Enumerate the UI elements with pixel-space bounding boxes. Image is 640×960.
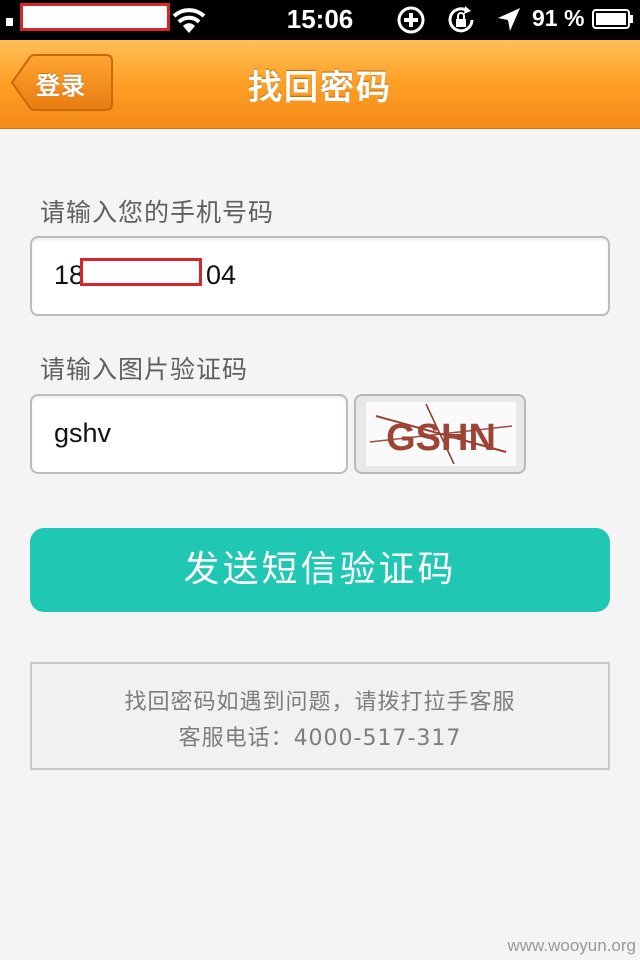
phone-input[interactable]: 18 04	[30, 236, 610, 316]
captcha-image: GSHN	[366, 402, 516, 466]
plus-circle-icon	[397, 6, 425, 34]
captcha-label: 请输入图片验证码	[40, 355, 249, 384]
page-title: 找回密码	[248, 68, 392, 108]
watermark: www.wooyun.org	[507, 936, 636, 955]
captcha-image-text: GSHN	[386, 417, 496, 459]
battery-icon	[592, 9, 633, 29]
help-text: 找回密码如遇到问题，请拨打拉手客服	[124, 690, 516, 715]
rotation-lock-icon	[448, 6, 474, 33]
phone-value-suffix: 04	[206, 260, 237, 290]
status-bar: 15:06 91 %	[0, 0, 640, 40]
location-arrow-icon	[498, 8, 520, 31]
phone-label: 请输入您的手机号码	[40, 198, 275, 227]
help-box: 找回密码如遇到问题，请拨打拉手客服 客服电话：4000-517-317	[30, 662, 610, 770]
customer-service-phone: 客服电话：4000-517-317	[178, 726, 462, 751]
captcha-image-button[interactable]: GSHN	[354, 394, 526, 474]
battery-percentage: 91 %	[532, 5, 585, 31]
phone-redaction	[80, 258, 202, 286]
send-sms-code-button[interactable]: 发送短信验证码	[30, 528, 610, 612]
captcha-value: gshv	[54, 418, 112, 448]
nav-bar: 登录 找回密码	[0, 40, 640, 128]
captcha-input[interactable]: gshv	[30, 394, 348, 474]
